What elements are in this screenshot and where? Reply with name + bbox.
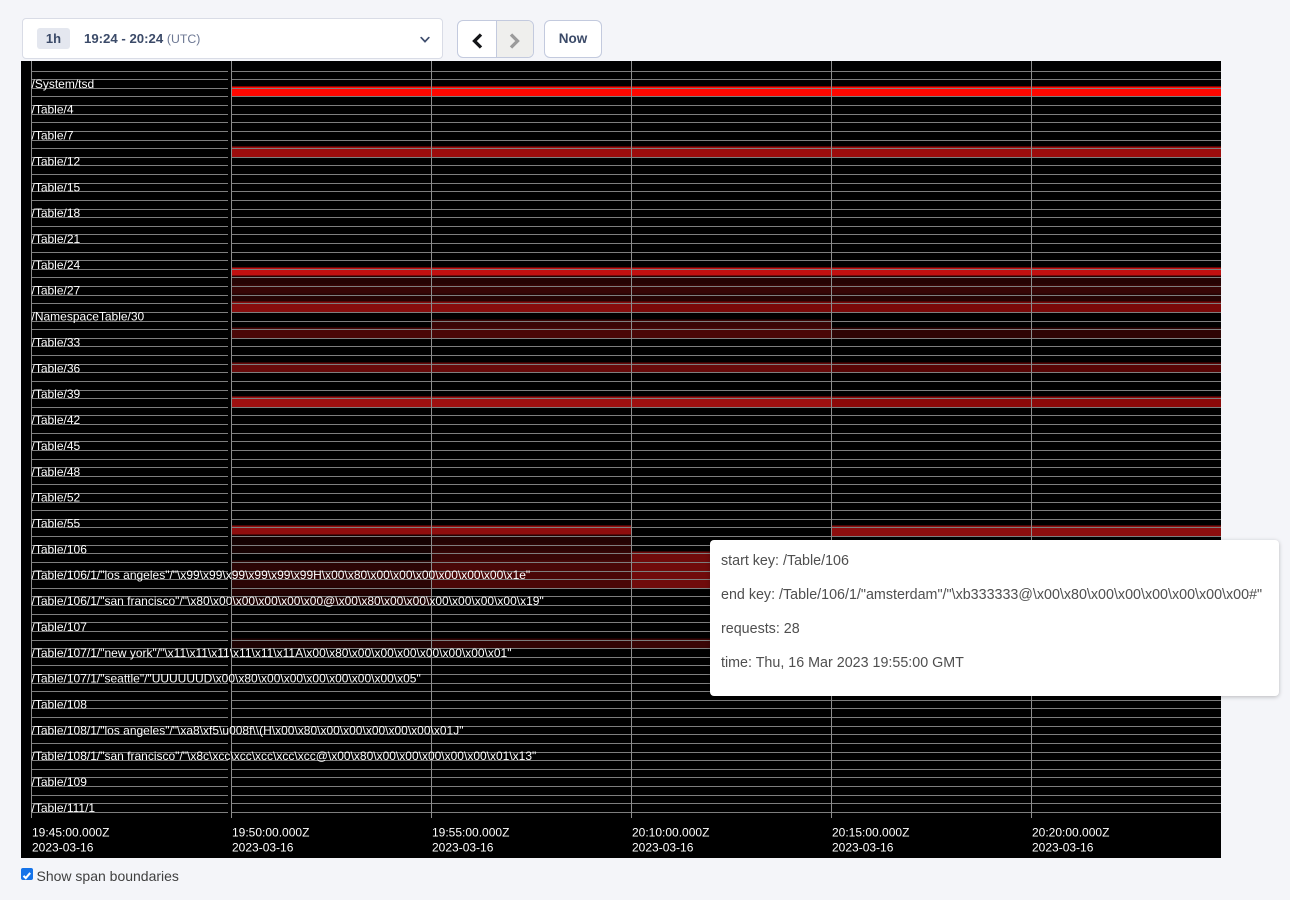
svg-text:/Table/45: /Table/45: [32, 439, 81, 453]
svg-text:20:20:00.000Z: 20:20:00.000Z: [1032, 826, 1109, 840]
svg-text:/Table/107/1/"new york"/"\x11\: /Table/107/1/"new york"/"\x11\x11\x11\x1…: [32, 646, 512, 660]
svg-text:/Table/39: /Table/39: [32, 387, 81, 401]
svg-text:/Table/7: /Table/7: [32, 129, 74, 143]
svg-text:/Table/12: /Table/12: [32, 154, 81, 168]
svg-text:/Table/106: /Table/106: [32, 542, 88, 556]
svg-text:/System/tsd: /System/tsd: [32, 77, 95, 91]
svg-text:/Table/42: /Table/42: [32, 413, 81, 427]
svg-text:/Table/36: /Table/36: [32, 361, 81, 375]
svg-text:/Table/33: /Table/33: [32, 335, 81, 349]
svg-text:/Table/52: /Table/52: [32, 491, 81, 505]
svg-text:19:55:00.000Z: 19:55:00.000Z: [432, 826, 509, 840]
svg-text:/Table/18: /Table/18: [32, 206, 81, 220]
svg-text:/Table/107: /Table/107: [32, 620, 88, 634]
svg-text:/Table/109: /Table/109: [32, 775, 88, 789]
svg-text:/Table/107/1/"seattle"/"UUUUUU: /Table/107/1/"seattle"/"UUUUUUD\x00\x80\…: [32, 672, 421, 686]
svg-text:/Table/21: /Table/21: [32, 232, 81, 246]
svg-text:/Table/4: /Table/4: [32, 103, 74, 117]
svg-text:/Table/48: /Table/48: [32, 465, 81, 479]
svg-text:20:15:00.000Z: 20:15:00.000Z: [832, 826, 909, 840]
svg-text:20:10:00.000Z: 20:10:00.000Z: [632, 826, 709, 840]
svg-text:/Table/111/1: /Table/111/1: [32, 801, 96, 815]
svg-text:/Table/24: /Table/24: [32, 258, 81, 272]
svg-text:2023-03-16: 2023-03-16: [32, 841, 94, 855]
svg-text:/NamespaceTable/30: /NamespaceTable/30: [32, 310, 145, 324]
svg-text:/Table/108: /Table/108: [32, 698, 88, 712]
svg-text:2023-03-16: 2023-03-16: [632, 841, 694, 855]
svg-text:/Table/106/1/"san francisco"/": /Table/106/1/"san francisco"/"\x80\x00\x…: [32, 594, 544, 608]
svg-text:/Table/108/1/"los angeles"/"\x: /Table/108/1/"los angeles"/"\xa8\xf5\u00…: [32, 723, 464, 737]
svg-text:/Table/15: /Table/15: [32, 180, 81, 194]
svg-text:/Table/108/1/"san francisco"/": /Table/108/1/"san francisco"/"\x8c\xcc\x…: [32, 749, 537, 763]
svg-text:2023-03-16: 2023-03-16: [1032, 841, 1094, 855]
svg-text:/Table/27: /Table/27: [32, 284, 81, 298]
svg-text:2023-03-16: 2023-03-16: [832, 841, 894, 855]
svg-text:/Table/106/1/"los angeles"/"\x: /Table/106/1/"los angeles"/"\x99\x99\x99…: [32, 568, 531, 582]
svg-text:2023-03-16: 2023-03-16: [432, 841, 494, 855]
svg-text:/Table/55: /Table/55: [32, 516, 81, 530]
svg-text:19:45:00.000Z: 19:45:00.000Z: [32, 826, 109, 840]
svg-text:19:50:00.000Z: 19:50:00.000Z: [232, 826, 309, 840]
svg-text:2023-03-16: 2023-03-16: [232, 841, 294, 855]
